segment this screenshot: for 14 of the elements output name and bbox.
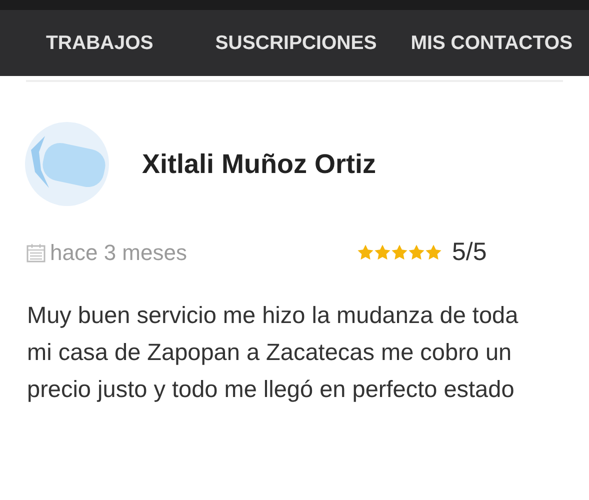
star-icon [408, 244, 425, 261]
nav-tab[interactable]: SUSCRIPCIONES [215, 32, 377, 54]
nav-tab[interactable]: TRABAJOS [46, 32, 154, 54]
author-name: Xitlali Muñoz Ortiz [142, 148, 376, 180]
avatar-icon [25, 122, 109, 206]
star-icon [374, 244, 391, 261]
star-icon [356, 244, 374, 261]
review-text: Muy buen servicio me hizo la mudanza de toda mi casa de Zapopan a Zacatecas me cobro un precio justo y todo me llegó en perfecto estado [27, 301, 520, 404]
rating-score: 5/5 [452, 238, 487, 267]
calendar-icon [26, 242, 46, 262]
star-icon [424, 244, 442, 261]
nav-tab[interactable]: MIS CONTACTOS [410, 32, 572, 54]
review-date: hace 3 meses [50, 240, 187, 266]
star-icon [390, 244, 408, 261]
